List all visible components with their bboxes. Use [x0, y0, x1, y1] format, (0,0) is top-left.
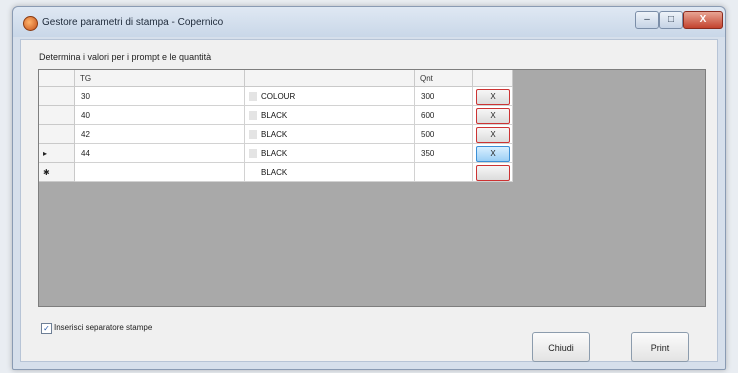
tg-cell[interactable]: 42 [75, 125, 245, 144]
action-cell: X [473, 87, 513, 106]
title-bar: Gestore parametri di stampa - Copernico … [13, 7, 725, 37]
separator-checkbox-label[interactable]: Inserisci separatore stampe [54, 323, 152, 332]
row-header[interactable] [39, 125, 75, 144]
window-title: Gestore parametri di stampa - Copernico [42, 17, 224, 28]
delete-row-button[interactable]: X [476, 89, 510, 105]
delete-row-button[interactable]: X [476, 108, 510, 124]
current-row-indicator[interactable]: ▸ [39, 144, 75, 163]
qnt-cell[interactable]: 500 [415, 125, 473, 144]
print-button[interactable]: Print [631, 332, 689, 362]
delete-row-button[interactable]: X [476, 127, 510, 143]
separator-checkbox[interactable]: ✓ [41, 323, 52, 334]
tg-cell[interactable]: 30 [75, 87, 245, 106]
qnt-cell[interactable] [415, 163, 473, 182]
dialog-body: Determina i valori per i prompt e le qua… [20, 39, 718, 362]
row-header[interactable] [39, 87, 75, 106]
row-header[interactable] [39, 106, 75, 125]
color-combo-cell[interactable]: BLACK [245, 144, 415, 163]
action-cell: X [473, 106, 513, 125]
minimize-button[interactable]: – [635, 11, 659, 29]
combo-value: BLACK [261, 111, 288, 120]
column-header-tg[interactable]: TG [75, 70, 245, 87]
print-parameters-window: Gestore parametri di stampa - Copernico … [12, 6, 726, 370]
new-row-button[interactable] [476, 165, 510, 181]
color-combo-cell[interactable]: COLOUR [245, 87, 415, 106]
new-row-indicator[interactable]: ✱ [39, 163, 75, 182]
combo-dropdown-stub [249, 92, 257, 101]
color-combo-cell[interactable]: BLACK [245, 125, 415, 144]
action-cell [473, 163, 513, 182]
close-window-button[interactable]: X [683, 11, 723, 29]
tg-cell[interactable]: 44 [75, 144, 245, 163]
tg-cell[interactable]: 40 [75, 106, 245, 125]
close-button[interactable]: Chiudi [532, 332, 590, 362]
column-header-combo[interactable] [245, 70, 415, 87]
qnt-cell[interactable]: 300 [415, 87, 473, 106]
action-cell: X [473, 125, 513, 144]
qnt-cell[interactable]: 350 [415, 144, 473, 163]
delete-row-button[interactable]: X [476, 146, 510, 162]
combo-dropdown-stub [249, 149, 257, 158]
qnt-cell[interactable]: 600 [415, 106, 473, 125]
prompt-instructions-label: Determina i valori per i prompt e le qua… [39, 52, 212, 62]
grid-corner-header [39, 70, 75, 87]
color-combo-cell[interactable]: BLACK [245, 106, 415, 125]
combo-dropdown-stub [249, 111, 257, 120]
combo-value: COLOUR [261, 92, 296, 101]
column-header-qnt[interactable]: Qnt [415, 70, 473, 87]
maximize-button[interactable]: □ [659, 11, 683, 29]
parameters-grid[interactable]: TG Qnt 30 COLOUR 300 X 40 BLACK 600 X 42… [38, 69, 706, 307]
combo-dropdown-stub [249, 130, 257, 139]
combo-value: BLACK [261, 130, 288, 139]
column-header-action [473, 70, 513, 87]
combo-value: BLACK [261, 168, 288, 177]
action-cell: X [473, 144, 513, 163]
combo-value: BLACK [261, 149, 288, 158]
tg-cell[interactable] [75, 163, 245, 182]
app-icon [23, 16, 38, 31]
color-combo-cell[interactable]: BLACK [245, 163, 415, 182]
